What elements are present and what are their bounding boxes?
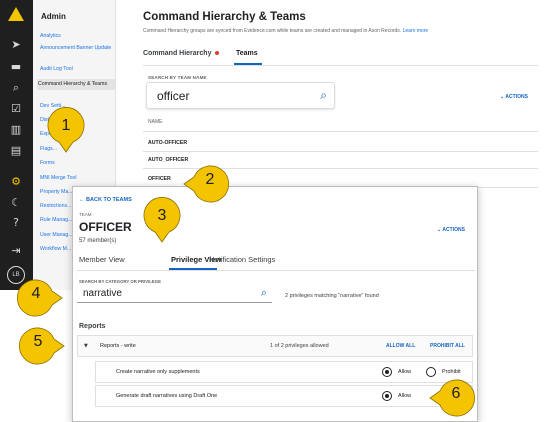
- callout-marker: 3: [140, 196, 184, 244]
- moon-icon[interactable]: ☾: [9, 196, 23, 210]
- allow-all-button[interactable]: ALLOW ALL: [386, 343, 415, 349]
- sidebar-item-mni-merge[interactable]: MNI Merge Tool: [39, 175, 115, 182]
- table-row[interactable]: OFFICER: [148, 176, 171, 182]
- privilege-search-input[interactable]: narrative ⌕: [77, 286, 272, 303]
- group-name: Reports - write: [100, 343, 136, 349]
- tab-label: Command Hierarchy: [143, 50, 212, 57]
- table-row[interactable]: AUTO-OFFICER: [148, 140, 187, 146]
- actions-label: ACTIONS: [442, 227, 465, 233]
- arrow-left-icon: ←: [79, 197, 85, 203]
- sidebar-item-analytics[interactable]: Analytics: [39, 33, 115, 40]
- tab-teams[interactable]: Teams: [236, 50, 258, 57]
- callout-marker: 2: [183, 160, 229, 208]
- sidebar-item-audit-log[interactable]: Audit Log Tool: [39, 66, 115, 73]
- row-divider: [143, 151, 538, 152]
- chart-icon[interactable]: ▥: [9, 123, 23, 137]
- privilege-search-label: SEARCH BY CATEGORY OR PRIVILEGE: [79, 279, 161, 284]
- gear-icon[interactable]: ⚙: [9, 175, 23, 189]
- team-actions-button[interactable]: ⌄ ACTIONS: [437, 227, 465, 233]
- callout-marker: 1: [44, 106, 88, 154]
- team-name: OFFICER: [79, 220, 132, 234]
- privilege-row: Create narrative only supplements Allow …: [95, 361, 473, 383]
- team-label: TEAM: [79, 212, 92, 217]
- tabs-divider: [77, 270, 475, 271]
- allow-label: Allow: [398, 369, 412, 375]
- callout-number: 1: [61, 117, 71, 134]
- sidebar-item-announcement-banner[interactable]: Announcement Banner Update: [39, 45, 115, 52]
- team-search-label: SEARCH BY TEAM NAME: [148, 75, 207, 80]
- page-subtitle: Command Hierarchy groups are synced from…: [143, 28, 428, 34]
- caret-down-icon[interactable]: ▼: [84, 343, 88, 349]
- privilege-name: Create narrative only supplements: [116, 369, 200, 375]
- send-icon[interactable]: ➤: [9, 38, 23, 52]
- sidebar-item-command-hierarchy[interactable]: Command Hierarchy & Teams: [37, 79, 115, 90]
- privilege-group-row[interactable]: ▼ Reports - write 1 of 2 privileges allo…: [77, 335, 473, 357]
- callout-number: 3: [157, 207, 167, 224]
- icon-rail: ➤ ▬ ⌕ ☑ ▥ ▤ ⚙ ☾ ? ⇥ LB: [0, 0, 33, 290]
- member-count: 57 member(s): [79, 238, 117, 244]
- row-divider: [143, 131, 538, 132]
- group-allowed-count: 1 of 2 privileges allowed: [270, 343, 329, 349]
- tab-command-hierarchy[interactable]: Command Hierarchy: [143, 50, 220, 57]
- team-detail-panel: ← BACK TO TEAMS TEAM OFFICER 57 member(s…: [72, 186, 478, 422]
- search-icon[interactable]: ⌕: [320, 88, 327, 103]
- callout-number: 6: [451, 385, 461, 402]
- column-header-name[interactable]: NAME: [148, 119, 162, 125]
- actions-label: ACTIONS: [505, 94, 528, 100]
- subtitle-text: Command Hierarchy groups are synced from…: [143, 28, 402, 34]
- section-title-reports: Reports: [79, 323, 106, 330]
- allow-radio[interactable]: [382, 391, 392, 401]
- tabs-divider: [143, 65, 538, 66]
- callout-marker: 6: [429, 374, 475, 422]
- allow-label: Allow: [398, 393, 412, 399]
- callout-number: 2: [205, 171, 215, 188]
- document-icon[interactable]: ▤: [9, 144, 23, 158]
- back-to-teams-link[interactable]: ← BACK TO TEAMS: [79, 197, 132, 203]
- callout-number: 4: [31, 285, 41, 302]
- page-title: Command Hierarchy & Teams: [143, 11, 306, 23]
- alert-dot-icon: [215, 51, 220, 56]
- actions-button[interactable]: ⌄ ACTIONS: [500, 94, 528, 100]
- logout-icon[interactable]: ⇥: [9, 244, 23, 258]
- tab-member-view[interactable]: Member View: [79, 255, 125, 264]
- search-icon[interactable]: ⌕: [261, 286, 267, 300]
- privilege-search-value[interactable]: narrative: [83, 288, 122, 299]
- folder-icon[interactable]: ▬: [9, 60, 23, 74]
- team-search-value[interactable]: officer: [157, 89, 189, 103]
- chevron-down-icon: ⌄: [500, 94, 505, 100]
- logo-icon[interactable]: [8, 7, 24, 21]
- checkbox-icon[interactable]: ☑: [9, 102, 23, 116]
- callout-marker: 4: [17, 274, 63, 322]
- sidebar-item-forms[interactable]: Forms: [39, 160, 115, 167]
- tab-notification-settings[interactable]: Notification Settings: [209, 255, 275, 264]
- team-search-input[interactable]: officer ⌕: [146, 82, 335, 109]
- search-icon[interactable]: ⌕: [9, 81, 23, 95]
- sidebar-title: Admin: [41, 12, 66, 21]
- privilege-row: Generate draft narratives using Draft On…: [95, 385, 473, 407]
- help-icon[interactable]: ?: [9, 216, 23, 230]
- match-count-text: 2 privileges matching "narrative" found: [285, 293, 379, 299]
- callout-marker: 5: [19, 322, 65, 370]
- chevron-down-icon: ⌄: [437, 227, 442, 233]
- privilege-name: Generate draft narratives using Draft On…: [116, 393, 218, 399]
- learn-more-link[interactable]: Learn more: [403, 28, 429, 34]
- prohibit-all-button[interactable]: PROHIBIT ALL: [430, 343, 465, 349]
- callout-number: 5: [33, 333, 43, 350]
- allow-radio[interactable]: [382, 367, 392, 377]
- back-label: BACK TO TEAMS: [86, 197, 132, 203]
